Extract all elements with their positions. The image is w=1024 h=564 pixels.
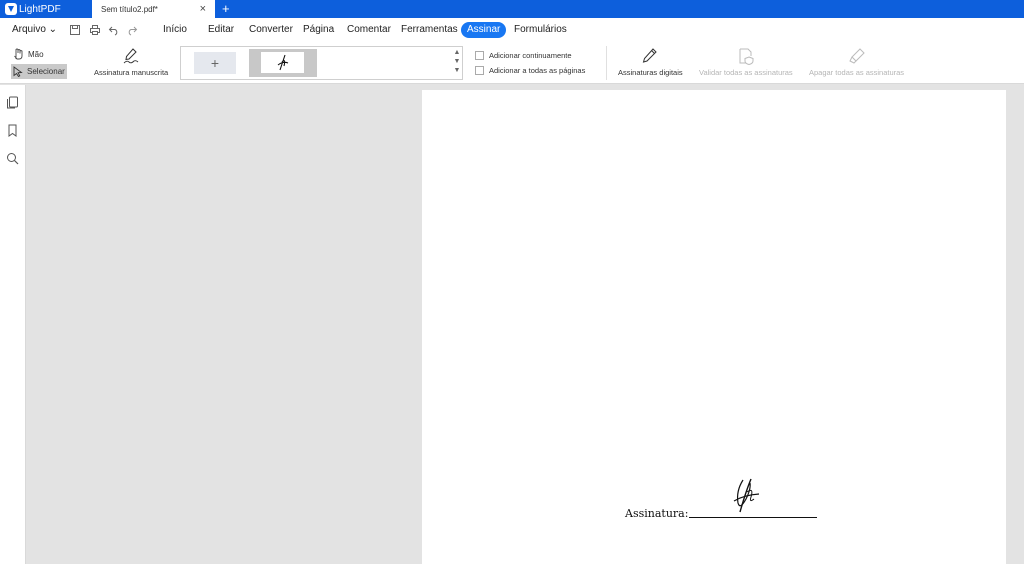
delete-all-button[interactable]: Apagar todas as assinaturas: [809, 47, 904, 77]
add-continuously-option[interactable]: Adicionar continuamente: [475, 51, 572, 60]
ribbon-divider: [606, 46, 607, 80]
bookmark-icon[interactable]: [6, 124, 19, 137]
pdf-page[interactable]: Assinatura:: [422, 90, 1006, 564]
pen-signature-icon: [123, 48, 139, 64]
scroll-down-icon[interactable]: ▼: [454, 57, 461, 66]
hand-tool[interactable]: Mão: [13, 48, 44, 60]
thumbnails-icon[interactable]: [6, 96, 19, 109]
digital-signatures-label: Assinaturas digitais: [618, 68, 683, 77]
hand-icon: [14, 48, 23, 60]
lightpdf-logo-icon: [5, 3, 17, 15]
pen-icon: [643, 48, 658, 63]
add-all-pages-checkbox[interactable]: [475, 66, 484, 75]
eraser-icon: [848, 48, 865, 64]
print-icon[interactable]: [89, 23, 101, 35]
signature-thumbnail[interactable]: [249, 49, 317, 77]
menu-converter[interactable]: Converter: [249, 23, 293, 37]
signature-thumbnail-preview: [261, 52, 304, 73]
validate-all-button[interactable]: Validar todas as assinaturas: [699, 47, 793, 77]
add-all-pages-option[interactable]: Adicionar a todas as páginas: [475, 66, 585, 75]
left-sidebar: [0, 85, 26, 564]
add-all-pages-label: Adicionar a todas as páginas: [489, 66, 586, 75]
add-signature-button[interactable]: +: [194, 52, 236, 74]
menu-comentar[interactable]: Comentar: [347, 23, 391, 37]
scroll-up-icon[interactable]: ▲: [454, 48, 461, 57]
title-bar: LightPDF Sem título2.pdf* × +: [0, 0, 1024, 18]
gallery-scroll[interactable]: ▲ ▼ ▼: [452, 48, 462, 78]
document-tab[interactable]: Sem título2.pdf* ×: [92, 0, 215, 18]
handwritten-signature-button[interactable]: Assinatura manuscrita: [94, 47, 168, 77]
file-menu[interactable]: Arquivo ⌄: [12, 23, 57, 37]
digital-signatures-button[interactable]: Assinaturas digitais: [618, 47, 683, 77]
ribbon-toolbar: Mão Selecionar Assinatura manuscrita + ▲…: [0, 42, 1024, 84]
signature-gallery: + ▲ ▼ ▼: [180, 46, 463, 80]
menu-inicio[interactable]: Início: [163, 23, 187, 37]
menu-pagina[interactable]: Página: [303, 23, 334, 37]
close-tab-icon[interactable]: ×: [200, 3, 206, 15]
shield-document-icon: [739, 48, 754, 65]
add-continuously-label: Adicionar continuamente: [489, 51, 572, 60]
undo-icon[interactable]: [108, 23, 120, 36]
menu-ferramentas[interactable]: Ferramentas: [401, 23, 458, 37]
app-name: LightPDF: [19, 3, 61, 15]
signature-line: [689, 517, 817, 518]
delete-all-label: Apagar todas as assinaturas: [809, 68, 905, 77]
select-label: Selecionar: [27, 67, 65, 76]
cursor-icon: [13, 66, 23, 77]
redo-icon[interactable]: [126, 23, 138, 36]
app-tab[interactable]: LightPDF: [0, 0, 92, 18]
placed-signature[interactable]: [730, 477, 762, 515]
signature-field-label: Assinatura:: [625, 507, 689, 520]
menu-assinar[interactable]: Assinar: [461, 22, 507, 38]
hand-label: Mão: [28, 49, 44, 59]
menu-bar: Arquivo ⌄ Início Editar Converter Página…: [0, 18, 1024, 42]
menu-formularios[interactable]: Formulários: [514, 23, 567, 37]
document-tab-title: Sem título2.pdf*: [101, 4, 158, 14]
signature-scribble-icon: [277, 54, 288, 70]
handwritten-signature-label: Assinatura manuscrita: [94, 68, 169, 77]
save-icon[interactable]: [69, 23, 81, 35]
menu-editar[interactable]: Editar: [208, 23, 234, 37]
validate-all-label: Validar todas as assinaturas: [699, 68, 793, 77]
scroll-expand-icon[interactable]: ▼: [454, 66, 461, 75]
new-tab-button[interactable]: +: [222, 1, 230, 16]
select-tool[interactable]: Selecionar: [13, 66, 65, 77]
search-icon[interactable]: [6, 152, 19, 165]
add-continuously-checkbox[interactable]: [475, 51, 484, 60]
